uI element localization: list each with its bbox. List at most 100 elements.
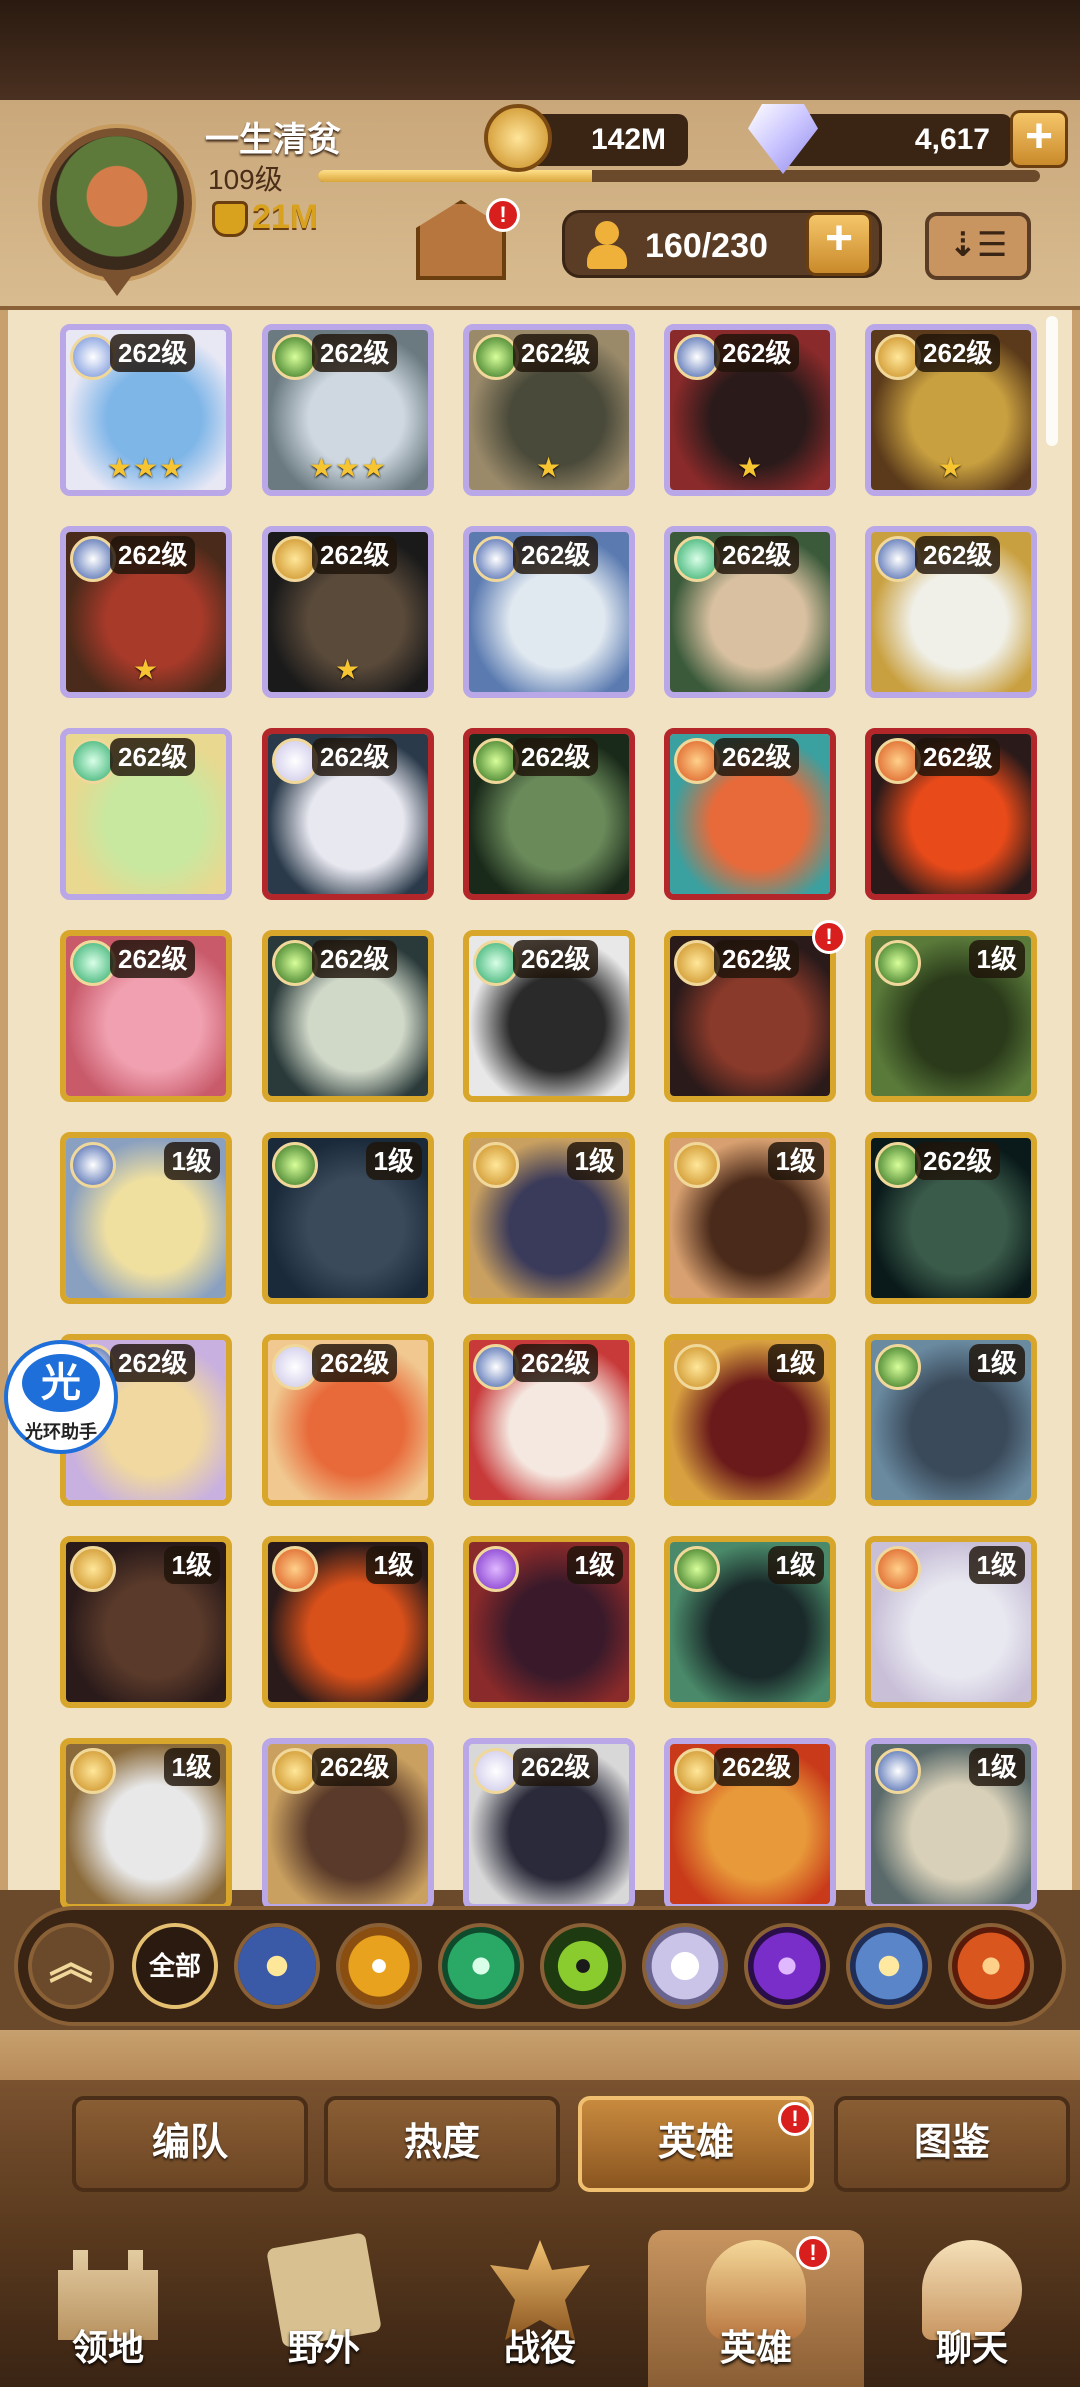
badge-alert-icon: ! [486,198,520,232]
filter-draconis-icon[interactable] [948,1923,1034,2009]
nav-heroes[interactable]: ! 英雄 [648,2230,864,2387]
hero-card[interactable]: 262级 ★★★ [60,324,232,496]
faction-icon [70,1748,116,1794]
hero-level: 262级 [312,334,398,372]
hero-card[interactable]: 1级 [262,1132,434,1304]
tab-formation[interactable]: 编队 [72,2096,308,2192]
hero-card[interactable]: 262级 [60,930,232,1102]
tab-popularity[interactable]: 热度 [324,2096,560,2192]
hero-level: 262级 [714,738,800,776]
hero-card[interactable]: 262级 [262,930,434,1102]
hero-card[interactable]: 1级 [60,1132,232,1304]
hero-level: 262级 [110,334,196,372]
hero-grid[interactable]: 262级 ★★★ 262级 ★★★ 262级 ★ 262级 ★ 262级 ★ 262级 ★ 262级 ★ 2… [0,310,1080,1910]
expand-capacity-button[interactable]: + [806,212,872,276]
filter-hypogean-icon[interactable] [744,1923,830,2009]
hero-stars: ★★★ [308,452,388,483]
tab-codex[interactable]: 图鉴 [834,2096,1070,2192]
hero-card[interactable]: 262级 [463,728,635,900]
hero-card[interactable]: 262级 [262,1334,434,1506]
hero-card[interactable]: 262级 ★ [262,526,434,698]
filter-mauler-icon[interactable] [336,1923,422,2009]
filter-celestial-icon[interactable] [642,1923,728,2009]
hero-tabs: 编队 热度 英雄 ! 图鉴 [0,2080,1080,2230]
hero-stars: ★ [535,452,563,483]
sort-button[interactable]: ⇣☰ [925,212,1031,280]
assistant-floating-button[interactable]: 光 光环助手 [4,1340,118,1454]
add-gems-button[interactable]: + [1010,110,1068,168]
hero-card[interactable]: 1级 [664,1132,836,1304]
hero-card[interactable]: 262级 ★★★ [262,324,434,496]
hero-card[interactable]: 262级 ★ [865,324,1037,496]
hero-card[interactable]: 262级 [463,1334,635,1506]
hero-level: 1级 [163,1142,220,1180]
status-area [0,0,1080,100]
hero-level: 262级 [714,940,800,978]
hero-card[interactable]: 262级 [60,728,232,900]
hero-card[interactable]: 262级 [262,1738,434,1910]
filter-lightbearer-icon[interactable] [234,1923,320,2009]
hero-level: 262级 [513,536,599,574]
filter-wilder-icon[interactable] [438,1923,524,2009]
nav-chat[interactable]: 聊天 [864,2230,1080,2387]
tab-heroes[interactable]: 英雄 [578,2096,814,2192]
hero-level: 262级 [312,1748,398,1786]
nav-wilds[interactable]: 野外 [216,2230,432,2387]
hero-card[interactable]: 1级 [865,930,1037,1102]
faction-icon [272,1546,318,1592]
assistant-label: 光环助手 [25,1422,97,1442]
hero-level: 262级 [714,536,800,574]
hero-card[interactable]: 262级 [865,526,1037,698]
filter-graveborn-icon[interactable] [540,1923,626,2009]
hero-level: 262级 [110,738,196,776]
hero-card[interactable]: 262级 ★ [60,526,232,698]
faction-icon [875,1546,921,1592]
hero-card[interactable]: 262级 [463,930,635,1102]
hero-card[interactable]: 1级 [664,1334,836,1506]
nav-territory-label: 领地 [71,2327,144,2368]
hero-card[interactable]: 262级 [463,526,635,698]
hero-card[interactable]: 1级 [865,1738,1037,1910]
hero-level: 262级 [513,940,599,978]
hero-card[interactable]: 1级 [60,1738,232,1910]
hero-card[interactable]: 262级 [664,930,836,1102]
hero-card[interactable]: 1级 [463,1132,635,1304]
hero-level: 1级 [968,1344,1025,1382]
nav-territory[interactable]: 领地 [0,2230,216,2387]
player-avatar[interactable] [42,128,192,278]
hero-level: 1级 [365,1142,422,1180]
hero-card[interactable]: 262级 [664,728,836,900]
hero-card[interactable]: 1级 [865,1536,1037,1708]
hero-card[interactable]: 1级 [664,1536,836,1708]
hero-card[interactable]: 262级 [664,526,836,698]
player-name: 一生清贫 [205,121,341,159]
faction-icon [875,940,921,986]
hero-level: 1级 [365,1546,422,1584]
hero-card[interactable]: 1级 [463,1536,635,1708]
hero-card[interactable]: 1级 [262,1536,434,1708]
hero-card[interactable]: 262级 ★ [664,324,836,496]
filter-all-button[interactable]: 全部 [132,1923,218,2009]
faction-icon [70,1142,116,1188]
hero-card[interactable]: 262级 ★ [463,324,635,496]
faction-icon [272,1142,318,1188]
hero-level: 1级 [767,1546,824,1584]
faction-icon [674,1344,720,1390]
nav-campaign[interactable]: 战役 [432,2230,648,2387]
hero-capacity-value: 160/230 [645,227,768,265]
hero-card[interactable]: 262级 [664,1738,836,1910]
hero-card[interactable]: 1级 [60,1536,232,1708]
hero-level: 262级 [513,1344,599,1382]
hero-stars: ★ [132,654,160,685]
hero-level: 262级 [110,536,196,574]
hero-card[interactable]: 262级 [463,1738,635,1910]
hero-card[interactable]: 262级 [262,728,434,900]
gem-value: 4,617 [914,123,990,156]
hero-level: 1级 [968,1748,1025,1786]
scrollbar[interactable] [1046,316,1058,446]
hero-card[interactable]: 262级 [865,728,1037,900]
collapse-chevron-icon[interactable]: ︽ [28,1923,114,2009]
hero-card[interactable]: 1级 [865,1334,1037,1506]
filter-dimensional-icon[interactable] [846,1923,932,2009]
hero-card[interactable]: 262级 [865,1132,1037,1304]
